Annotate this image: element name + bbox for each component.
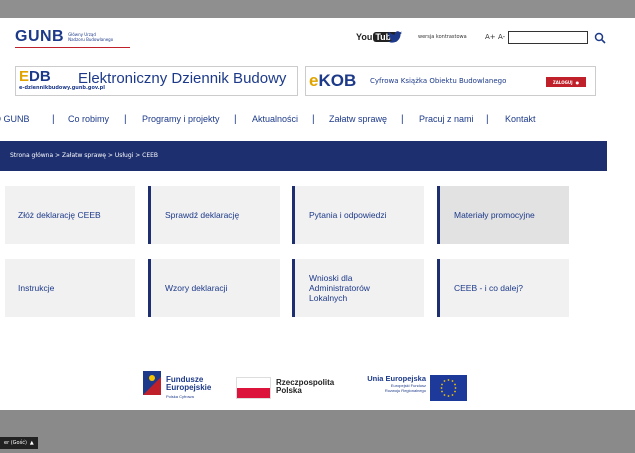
gunb-logo-subtitle: Główny Urząd Nadzoru Budowlanego (68, 32, 114, 42)
nav-item-o-gunb[interactable]: O GUNB (0, 114, 30, 124)
main-nav: O GUNB | Co robimy | Programy i projekty… (0, 114, 635, 130)
contrast-version-link[interactable]: wersja kontrastowa (418, 34, 467, 40)
breadcrumb[interactable]: Strona główna > Załatw sprawę > Usługi >… (10, 152, 158, 159)
gunb-logo[interactable]: GUNB Główny Urząd Nadzoru Budowlanego (15, 28, 128, 46)
font-decrease-button[interactable]: A- (498, 33, 505, 41)
fundusze-europejskie-icon (143, 371, 161, 395)
tile-sprawdz-deklaracje[interactable]: Sprawdź deklarację (148, 186, 280, 244)
search-icon[interactable] (594, 32, 606, 44)
poland-flag-icon (236, 377, 271, 399)
twitter-icon[interactable] (388, 31, 402, 43)
nav-item-co-robimy[interactable]: Co robimy (68, 114, 109, 124)
gunb-logo-text: GUNB (15, 28, 65, 45)
status-bar[interactable]: er (Gość) ▲ (0, 437, 38, 449)
tile-wzory[interactable]: Wzory deklaracji (148, 259, 280, 317)
browser-top-bar (0, 0, 635, 18)
tile-instrukcje[interactable]: Instrukcje (5, 259, 135, 317)
nav-separator: | (312, 114, 315, 125)
nav-item-programy[interactable]: Programy i projekty (142, 114, 220, 124)
edb-title: Elektroniczny Dziennik Budowy (78, 70, 287, 87)
font-increase-button[interactable]: A+ (485, 33, 496, 41)
ekob-title: Cyfrowa Książka Obiektu Budowlanego (370, 77, 507, 85)
nav-separator: | (401, 114, 404, 125)
search-input[interactable] (508, 31, 588, 44)
edb-banner[interactable]: EDB e-dziennikbudowy.gunb.gov.pl Elektro… (15, 66, 298, 96)
eu-logos: Fundusze Europejskie Polska Cyfrowa Rzec… (143, 367, 473, 403)
nav-separator: | (234, 114, 237, 125)
nav-separator: | (52, 114, 55, 125)
ekob-banner[interactable]: eKOB Cyfrowa Książka Obiektu Budowlanego… (305, 66, 596, 96)
tile-zloz-deklaracje[interactable]: Złóż deklarację CEEB (5, 186, 135, 244)
fundusze-europejskie-text: Fundusze Europejskie Polska Cyfrowa (166, 375, 212, 400)
nav-item-kontakt[interactable]: Kontakt (505, 114, 536, 124)
nav-item-aktualnosci[interactable]: Aktualności (252, 114, 298, 124)
logo-underline (15, 47, 130, 48)
site-header: GUNB Główny Urząd Nadzoru Budowlanego Yo… (0, 18, 635, 62)
tile-wnioski[interactable]: Wnioski dla Administratorów Lokalnych (292, 259, 424, 317)
ekob-logo: eKOB (309, 71, 357, 90)
breadcrumb-bar: Strona główna > Załatw sprawę > Usługi >… (0, 141, 607, 171)
user-icon: ● (575, 79, 580, 85)
eu-flag-icon (430, 375, 467, 401)
tile-pytania[interactable]: Pytania i odpowiedzi (292, 186, 424, 244)
tile-materialy[interactable]: Materiały promocyjne (437, 186, 569, 244)
nav-separator: | (124, 114, 127, 125)
user-icon: ▲ (29, 440, 34, 446)
nav-item-pracuj[interactable]: Pracuj z nami (419, 114, 474, 124)
site-footer (0, 410, 635, 453)
edb-logo: EDB (19, 68, 51, 85)
rzeczpospolita-text: Rzeczpospolita Polska (276, 378, 335, 395)
tile-ceeb-co-dalej[interactable]: CEEB - i co dalej? (437, 259, 569, 317)
unia-europejska-text: Unia Europejska Europejski Fundusz Rozwo… (367, 374, 426, 394)
nav-separator: | (486, 114, 489, 125)
nav-item-zalatw-sprawe[interactable]: Załatw sprawę (329, 114, 387, 124)
login-button[interactable]: ZALOGUJ ● (546, 77, 586, 87)
